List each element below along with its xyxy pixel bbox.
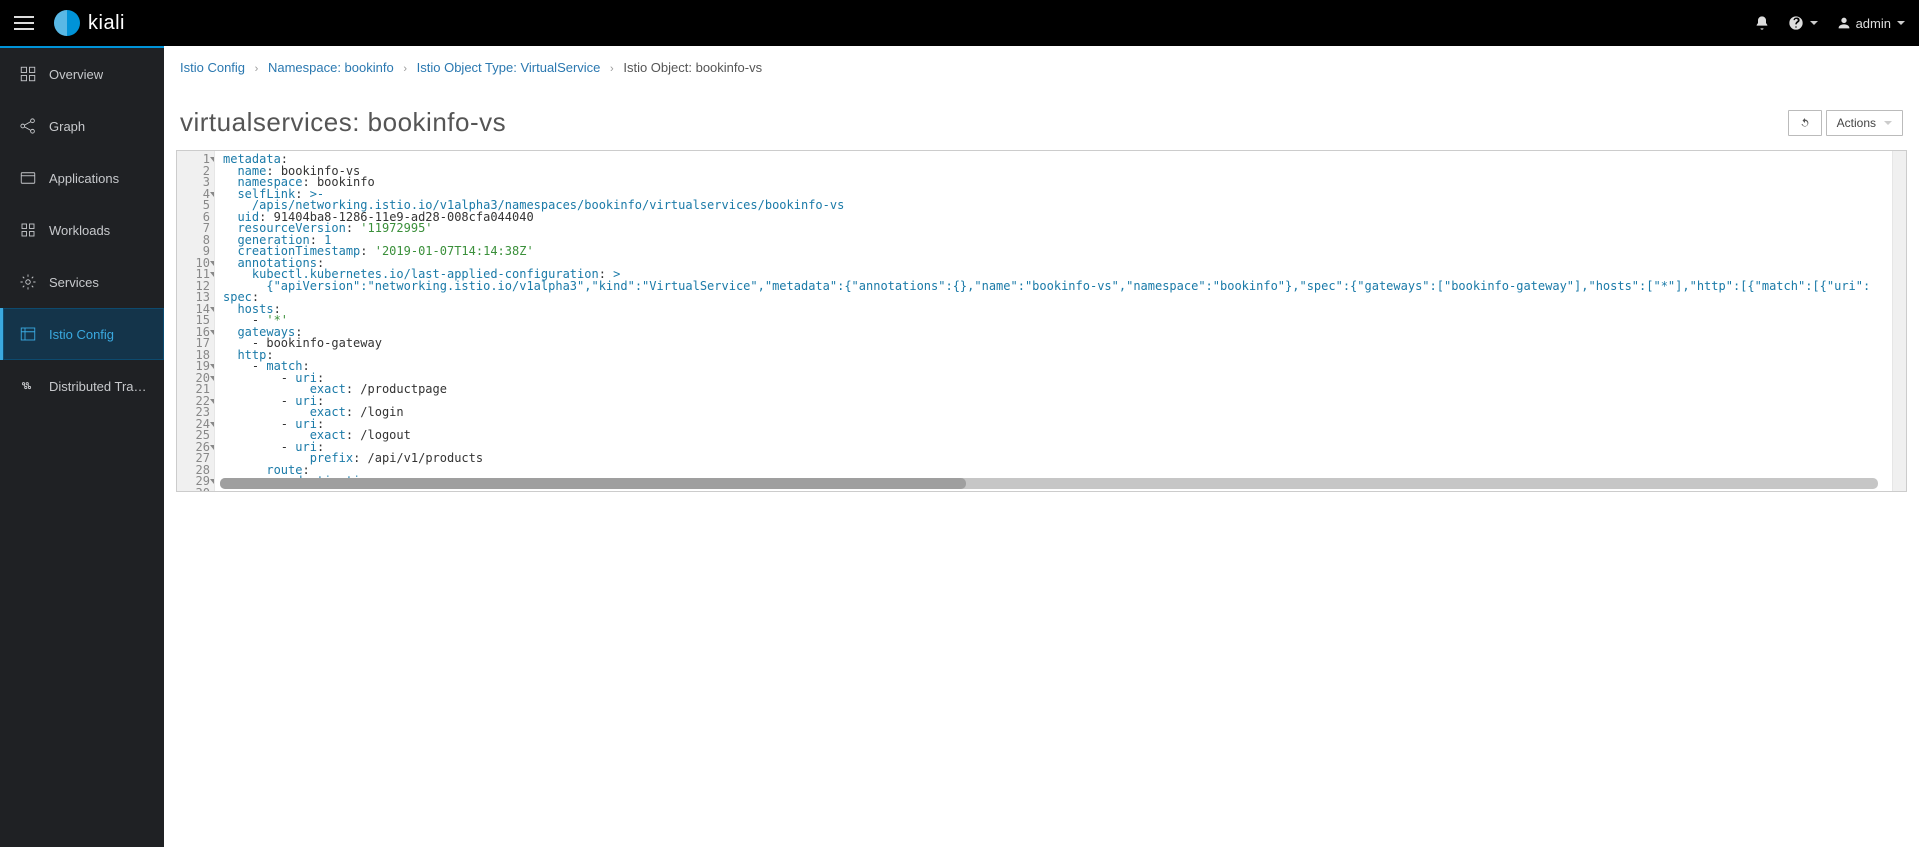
breadcrumb: Istio Config › Namespace: bookinfo › Ist…	[176, 46, 1907, 79]
sidebar-item-label: Applications	[49, 171, 119, 186]
breadcrumb-link[interactable]: Namespace: bookinfo	[268, 60, 394, 75]
sidebar-item-overview[interactable]: Overview	[0, 48, 164, 100]
sidebar-item-label: Workloads	[49, 223, 110, 238]
page-title-type: virtualservices:	[180, 107, 360, 137]
workloads-icon	[19, 221, 37, 239]
istio-config-icon	[19, 325, 37, 343]
sidebar-item-label: Distributed Traci…	[49, 379, 148, 394]
breadcrumb-separator: ›	[397, 63, 413, 75]
topbar: kiali admin	[0, 0, 1919, 46]
editor-gutter: 1234567891011121314151617181920212223242…	[177, 151, 215, 491]
sidebar-item-label: Services	[49, 275, 99, 290]
user-icon	[1836, 15, 1852, 31]
kiali-logo-icon	[54, 10, 80, 36]
services-icon	[19, 273, 37, 291]
yaml-editor[interactable]: 1234567891011121314151617181920212223242…	[176, 150, 1907, 492]
brand-logo[interactable]: kiali	[54, 10, 125, 36]
overview-icon	[19, 65, 37, 83]
sidebar-item-label: Istio Config	[49, 327, 114, 342]
breadcrumb-link[interactable]: Istio Object Type: VirtualService	[417, 60, 601, 75]
breadcrumb-separator: ›	[604, 63, 620, 75]
page-title-name: bookinfo-vs	[368, 107, 506, 137]
breadcrumb-link[interactable]: Istio Config	[180, 60, 245, 75]
sidebar-item-distributed-tracing[interactable]: Distributed Traci…	[0, 360, 164, 412]
actions-dropdown[interactable]: Actions	[1826, 110, 1903, 136]
sidebar-item-label: Overview	[49, 67, 103, 82]
breadcrumb-current: Istio Object: bookinfo-vs	[623, 60, 762, 75]
page-title: virtualservices: bookinfo-vs	[180, 107, 506, 138]
tracing-icon	[19, 377, 37, 395]
breadcrumb-separator: ›	[249, 63, 265, 75]
sidebar-item-applications[interactable]: Applications	[0, 152, 164, 204]
editor-horizontal-scrollbar[interactable]	[220, 478, 1878, 489]
sidebar-item-workloads[interactable]: Workloads	[0, 204, 164, 256]
topbar-actions: admin	[1754, 15, 1905, 31]
editor-code-area[interactable]: metadata: name: bookinfo-vs namespace: b…	[215, 151, 1892, 491]
refresh-button[interactable]	[1788, 110, 1822, 136]
applications-icon	[19, 169, 37, 187]
sidebar-item-services[interactable]: Services	[0, 256, 164, 308]
notifications-button[interactable]	[1754, 15, 1770, 31]
menu-toggle-button[interactable]	[14, 12, 36, 34]
sidebar: Overview Graph Applications Workloads Se…	[0, 46, 164, 847]
user-name: admin	[1856, 16, 1891, 31]
chevron-down-icon	[1810, 21, 1818, 25]
bell-icon	[1754, 15, 1770, 31]
graph-icon	[19, 117, 37, 135]
sidebar-item-graph[interactable]: Graph	[0, 100, 164, 152]
chevron-down-icon	[1884, 121, 1892, 125]
refresh-icon	[1799, 117, 1811, 129]
actions-label: Actions	[1837, 116, 1876, 130]
sidebar-item-label: Graph	[49, 119, 85, 134]
help-dropdown[interactable]	[1788, 15, 1818, 31]
main-content: Istio Config › Namespace: bookinfo › Ist…	[164, 46, 1919, 847]
sidebar-item-istio-config[interactable]: Istio Config	[0, 308, 164, 360]
help-icon	[1788, 15, 1804, 31]
chevron-down-icon	[1897, 21, 1905, 25]
user-menu[interactable]: admin	[1836, 15, 1905, 31]
brand-name: kiali	[88, 12, 125, 35]
editor-vertical-scrollbar[interactable]	[1892, 151, 1906, 491]
